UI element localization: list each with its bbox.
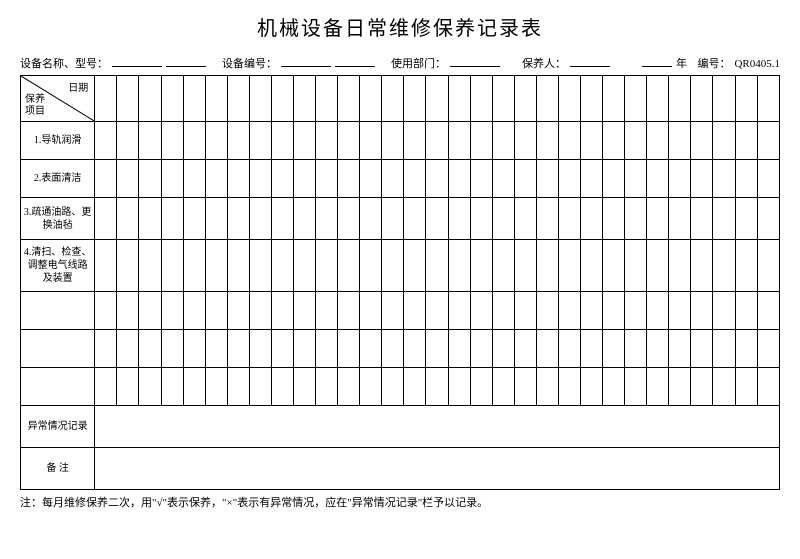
item-cell-2: 2.表面清洁 xyxy=(21,160,95,198)
abnormal-record-cell xyxy=(95,406,780,448)
page-title: 机械设备日常维修保养记录表 xyxy=(20,12,780,41)
table-row: 异常情况记录 xyxy=(21,406,780,448)
date-col-head xyxy=(647,76,669,122)
date-col-head xyxy=(713,76,735,122)
equip-no-blank1 xyxy=(281,53,331,67)
date-col-head xyxy=(757,76,779,122)
date-col-head xyxy=(293,76,315,122)
date-col-head xyxy=(514,76,536,122)
date-col-head xyxy=(205,76,227,122)
equip-no-blank2 xyxy=(335,53,375,67)
dept-blank xyxy=(450,53,500,67)
item-cell-1: 1.导轨润滑 xyxy=(21,122,95,160)
date-col-head xyxy=(227,76,249,122)
date-col-head xyxy=(426,76,448,122)
dept-label: 使用部门： xyxy=(391,55,446,71)
date-col-head xyxy=(271,76,293,122)
date-col-head xyxy=(117,76,139,122)
item-cell-6 xyxy=(21,330,95,368)
table-row: 备 注 xyxy=(21,448,780,490)
year-blank xyxy=(642,53,672,67)
date-col-head xyxy=(669,76,691,122)
date-col-head xyxy=(470,76,492,122)
equip-name-blank xyxy=(112,53,162,67)
date-col-head xyxy=(338,76,360,122)
date-col-head xyxy=(404,76,426,122)
date-col-head xyxy=(603,76,625,122)
date-col-head xyxy=(316,76,338,122)
item-cell-4: 4.清扫、检查、调整电气线路及装置 xyxy=(21,240,95,292)
date-col-head xyxy=(492,76,514,122)
abnormal-record-label: 异常情况记录 xyxy=(21,406,95,448)
header-fields: 设备名称、型号： 设备编号： 使用部门： 保养人： 年 编号： QR0405.1 xyxy=(20,53,780,71)
keeper-label: 保养人： xyxy=(522,55,566,71)
date-col-head xyxy=(382,76,404,122)
date-col-head xyxy=(536,76,558,122)
date-col-head xyxy=(95,76,117,122)
header-date-label: 日期 xyxy=(68,79,88,94)
item-cell-7 xyxy=(21,368,95,406)
table-row: 4.清扫、检查、调整电气线路及装置 xyxy=(21,240,780,292)
date-col-head xyxy=(691,76,713,122)
equip-no-label: 设备编号： xyxy=(222,55,277,71)
item-cell-5 xyxy=(21,292,95,330)
header-item-label: 保养项目 xyxy=(25,94,45,118)
item-cell-3: 3.疏通油路、更换油毡 xyxy=(21,198,95,240)
date-col-head xyxy=(360,76,382,122)
table-row: 2.表面清洁 xyxy=(21,160,780,198)
table-row: 1.导轨润滑 xyxy=(21,122,780,160)
date-col-head xyxy=(139,76,161,122)
footnote: 注：每月维修保养二次，用"√"表示保养，"×"表示有异常情况，应在"异常情况记录… xyxy=(20,494,780,510)
date-col-head xyxy=(249,76,271,122)
maintenance-table: 日期 保养项目 1.导轨润滑 2.表面清洁 3.疏通油路、更换油毡 4.清扫、检… xyxy=(20,75,780,490)
equip-name-label: 设备名称、型号： xyxy=(20,55,108,71)
date-col-head xyxy=(558,76,580,122)
year-suffix: 年 xyxy=(676,55,687,71)
keeper-blank xyxy=(570,53,610,67)
remark-label: 备 注 xyxy=(21,448,95,490)
date-col-head xyxy=(625,76,647,122)
table-row: 3.疏通油路、更换油毡 xyxy=(21,198,780,240)
date-col-head xyxy=(581,76,603,122)
table-row xyxy=(21,368,780,406)
table-row xyxy=(21,292,780,330)
table-header-row: 日期 保养项目 xyxy=(21,76,780,122)
date-col-head xyxy=(183,76,205,122)
remark-cell xyxy=(95,448,780,490)
date-col-head xyxy=(448,76,470,122)
diagonal-header-cell: 日期 保养项目 xyxy=(21,76,95,122)
code-value: QR0405.1 xyxy=(734,58,780,70)
date-col-head xyxy=(735,76,757,122)
date-col-head xyxy=(161,76,183,122)
table-row xyxy=(21,330,780,368)
equip-model-blank xyxy=(166,53,206,67)
code-label: 编号： xyxy=(697,55,730,71)
